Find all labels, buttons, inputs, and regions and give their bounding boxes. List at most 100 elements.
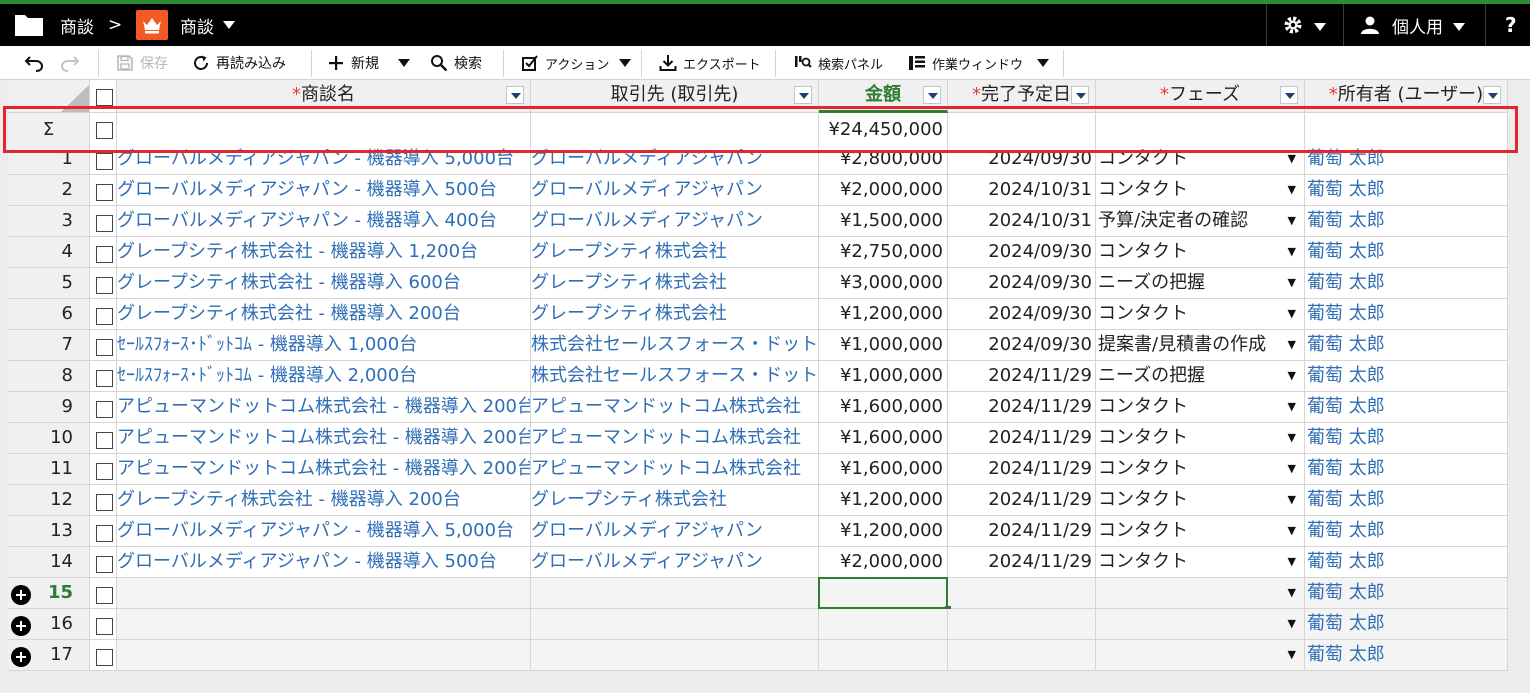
opportunity-name-cell[interactable]: アピューマンドットコム株式会社 - 機器導入 200台 — [117, 423, 531, 454]
row-checkbox[interactable] — [96, 184, 113, 201]
row-checkbox[interactable] — [96, 463, 113, 480]
phase-cell[interactable]: 提案書/見積書の作成 ▼ — [1096, 330, 1305, 361]
phase-dropdown-icon[interactable]: ▼ — [1288, 423, 1296, 453]
row-number[interactable]: 2 — [8, 175, 90, 206]
phase-dropdown-icon[interactable]: ▼ — [1288, 175, 1296, 205]
amount-cell[interactable]: ¥1,200,000 — [819, 299, 948, 330]
owner-link[interactable]: 葡萄 太郎 — [1307, 272, 1385, 293]
column-filter-dropdown-icon[interactable] — [1071, 86, 1089, 104]
owner-cell[interactable]: 葡萄 太郎 — [1305, 299, 1508, 330]
column-filter-dropdown-icon[interactable] — [1280, 86, 1298, 104]
opportunity-name-link[interactable]: グローバルメディアジャパン - 機器導入 5,000台 — [117, 520, 514, 541]
row-checkbox-cell[interactable] — [90, 516, 117, 547]
row-checkbox-cell[interactable] — [90, 237, 117, 268]
phase-dropdown-icon[interactable]: ▼ — [1288, 144, 1296, 174]
phase-cell[interactable]: ▼ — [1096, 609, 1305, 640]
opportunity-name-link[interactable]: グレープシティ株式会社 - 機器導入 1,200台 — [117, 241, 478, 262]
amount-cell[interactable]: ¥1,200,000 — [819, 485, 948, 516]
phase-cell[interactable]: コンタクト ▼ — [1096, 423, 1305, 454]
phase-dropdown-icon[interactable]: ▼ — [1288, 206, 1296, 236]
row-checkbox-cell[interactable] — [90, 206, 117, 237]
owner-cell[interactable]: 葡萄 太郎 — [1305, 454, 1508, 485]
owner-link[interactable]: 葡萄 太郎 — [1307, 303, 1385, 324]
row-checkbox[interactable] — [96, 432, 113, 449]
amount-cell[interactable]: ¥1,000,000 — [819, 330, 948, 361]
account-cell[interactable] — [531, 578, 819, 609]
phase-dropdown-icon[interactable]: ▼ — [1288, 361, 1296, 391]
undo-button[interactable] — [24, 46, 44, 80]
phase-dropdown-icon[interactable]: ▼ — [1288, 547, 1296, 577]
search-button[interactable]: 検索 — [430, 46, 482, 80]
account-cell[interactable]: 株式会社セールスフォース・ドットコム — [531, 330, 819, 361]
amount-cell[interactable]: ¥1,200,000 — [819, 516, 948, 547]
owner-link[interactable]: 葡萄 太郎 — [1307, 334, 1385, 355]
owner-link[interactable]: 葡萄 太郎 — [1307, 148, 1385, 169]
row-checkbox[interactable] — [96, 649, 113, 666]
opportunity-name-cell[interactable]: ｾｰﾙｽﾌｫｰｽ･ﾄﾞｯﾄｺﾑ - 機器導入 2,000台 — [117, 361, 531, 392]
account-cell[interactable]: グローバルメディアジャパン — [531, 175, 819, 206]
row-number[interactable]: 5 — [8, 268, 90, 299]
row-checkbox-cell[interactable] — [90, 175, 117, 206]
account-link[interactable]: グレープシティ株式会社 — [531, 241, 727, 262]
column-filter-dropdown-icon[interactable] — [794, 86, 812, 104]
row-number[interactable]: 13 — [8, 516, 90, 547]
row-number[interactable]: 4 — [8, 237, 90, 268]
account-cell[interactable]: アピューマンドットコム株式会社 — [531, 454, 819, 485]
row-number[interactable]: 1 — [8, 144, 90, 175]
account-cell[interactable]: グレープシティ株式会社 — [531, 485, 819, 516]
opportunity-name-cell[interactable]: グレープシティ株式会社 - 機器導入 200台 — [117, 299, 531, 330]
opportunity-name-cell[interactable] — [117, 609, 531, 640]
owner-cell[interactable]: 葡萄 太郎 — [1305, 144, 1508, 175]
phase-cell[interactable]: ニーズの把握 ▼ — [1096, 361, 1305, 392]
new-menu-chevron-icon[interactable] — [398, 46, 410, 80]
phase-cell[interactable]: コンタクト ▼ — [1096, 516, 1305, 547]
account-cell[interactable]: グレープシティ株式会社 — [531, 237, 819, 268]
owner-link[interactable]: 葡萄 太郎 — [1307, 427, 1385, 448]
amount-cell[interactable]: ¥1,000,000 — [819, 361, 948, 392]
close-date-cell[interactable] — [948, 640, 1096, 671]
phase-cell[interactable]: コンタクト ▼ — [1096, 547, 1305, 578]
column-header[interactable]: *所有者 (ユーザー) — [1305, 80, 1508, 113]
owner-cell[interactable]: 葡萄 太郎 — [1305, 206, 1508, 237]
close-date-cell[interactable]: 2024/11/29 — [948, 454, 1096, 485]
row-number[interactable]: 9 — [8, 392, 90, 423]
phase-cell[interactable]: コンタクト ▼ — [1096, 485, 1305, 516]
close-date-cell[interactable] — [948, 578, 1096, 609]
close-date-cell[interactable]: 2024/09/30 — [948, 144, 1096, 175]
row-checkbox-cell[interactable] — [90, 330, 117, 361]
close-date-cell[interactable]: 2024/09/30 — [948, 299, 1096, 330]
opportunity-name-link[interactable]: グローバルメディアジャパン - 機器導入 400台 — [117, 210, 497, 231]
close-date-cell[interactable]: 2024/11/29 — [948, 361, 1096, 392]
amount-cell[interactable]: ¥2,800,000 — [819, 144, 948, 175]
owner-link[interactable]: 葡萄 太郎 — [1307, 210, 1385, 231]
opportunity-name-cell[interactable]: グローバルメディアジャパン - 機器導入 400台 — [117, 206, 531, 237]
opportunity-name-link[interactable]: アピューマンドットコム株式会社 - 機器導入 200台 — [117, 396, 530, 417]
user-menu[interactable]: 個人用 — [1360, 4, 1465, 46]
opportunity-name-cell[interactable]: グレープシティ株式会社 - 機器導入 1,200台 — [117, 237, 531, 268]
amount-cell[interactable]: ¥1,600,000 — [819, 423, 948, 454]
account-link[interactable]: グローバルメディアジャパン — [531, 179, 763, 200]
account-link[interactable]: アピューマンドットコム株式会社 — [531, 396, 801, 417]
sum-row-checkbox[interactable] — [96, 122, 113, 139]
phase-cell[interactable]: ▼ — [1096, 640, 1305, 671]
row-checkbox-cell[interactable] — [90, 609, 117, 640]
account-cell[interactable]: 株式会社セールスフォース・ドットコム — [531, 361, 819, 392]
opportunity-name-link[interactable]: アピューマンドットコム株式会社 - 機器導入 200台 — [117, 427, 530, 448]
amount-cell[interactable]: ¥2,000,000 — [819, 175, 948, 206]
account-link[interactable]: 株式会社セールスフォース・ドットコム — [531, 365, 818, 386]
close-date-cell[interactable]: 2024/11/29 — [948, 516, 1096, 547]
help-icon[interactable]: ? — [1505, 4, 1517, 46]
close-date-cell[interactable]: 2024/10/31 — [948, 206, 1096, 237]
amount-cell[interactable]: ¥2,000,000 — [819, 547, 948, 578]
row-checkbox[interactable] — [96, 277, 113, 294]
opportunity-name-link[interactable]: ｾｰﾙｽﾌｫｰｽ･ﾄﾞｯﾄｺﾑ - 機器導入 1,000台 — [117, 334, 417, 355]
row-checkbox-cell[interactable] — [90, 454, 117, 485]
opportunity-name-link[interactable]: グローバルメディアジャパン - 機器導入 5,000台 — [117, 148, 514, 169]
column-header[interactable]: *商談名 — [117, 80, 531, 113]
opportunity-name-cell[interactable] — [117, 578, 531, 609]
owner-cell[interactable]: 葡萄 太郎 — [1305, 547, 1508, 578]
owner-cell[interactable]: 葡萄 太郎 — [1305, 516, 1508, 547]
phase-dropdown-icon[interactable]: ▼ — [1288, 485, 1296, 515]
row-checkbox[interactable] — [96, 246, 113, 263]
row-checkbox[interactable] — [96, 401, 113, 418]
